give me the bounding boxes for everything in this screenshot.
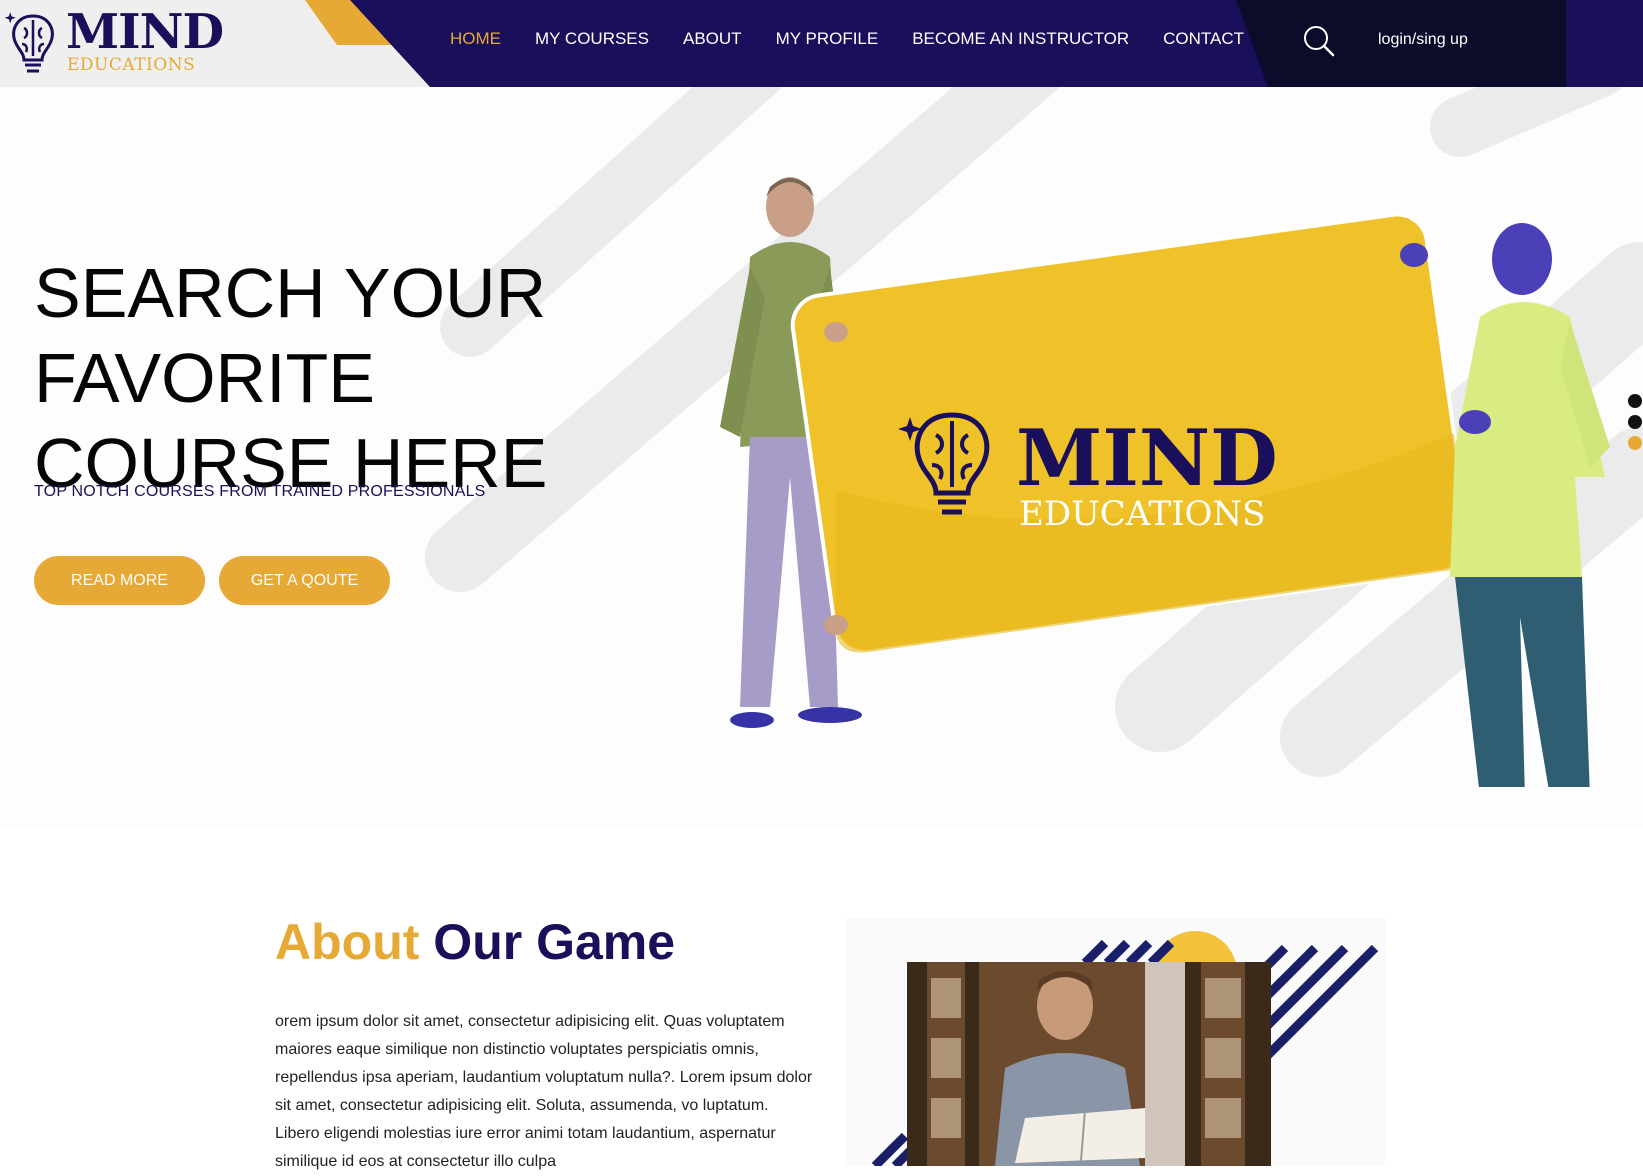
hero-subtitle: TOP NOTCH COURSES FROM TRAINED PROFESSIO… [34, 483, 486, 500]
about-title-rest: Our Game [433, 914, 676, 970]
slider-dot-1[interactable] [1628, 394, 1642, 408]
nav-my-courses[interactable]: MY COURSES [535, 28, 649, 50]
logo-subtitle: EDUCATIONS [67, 55, 196, 75]
about-title-highlight: About [275, 914, 420, 970]
read-more-button[interactable]: READ MORE [34, 556, 205, 605]
slider-dot-3[interactable] [1628, 436, 1642, 450]
sign-title: MIND [1016, 413, 1278, 504]
slider-dots [1628, 394, 1642, 457]
nav-my-profile[interactable]: MY PROFILE [776, 28, 879, 50]
nav-home[interactable]: HOME [450, 28, 501, 50]
slider-dot-2[interactable] [1628, 415, 1642, 429]
brain-bulb-icon [4, 12, 54, 73]
login-signup-link[interactable]: login/sing up [1378, 31, 1468, 49]
about-title: About Our Game [275, 912, 675, 972]
site-logo[interactable]: MIND EDUCATIONS [4, 4, 224, 76]
nav-about[interactable]: ABOUT [683, 28, 742, 50]
man-figure [1450, 223, 1610, 787]
hero-title-line-2: FAVORITE [34, 338, 375, 417]
search-icon[interactable] [1302, 24, 1336, 58]
get-quote-button[interactable]: GET A QOUTE [219, 556, 390, 605]
people-holding-sign-image: MIND EDUCATIONS [720, 177, 1610, 787]
student-library-image [845, 918, 1385, 1166]
sign-subtitle: EDUCATIONS [1019, 494, 1265, 534]
hero-section: SEARCH YOUR FAVORITE COURSE HERE TOP NOT… [0, 87, 1643, 827]
main-nav: HOME MY COURSES ABOUT MY PROFILE BECOME … [450, 28, 1278, 50]
nav-contact[interactable]: CONTACT [1163, 28, 1244, 50]
logo-title: MIND [66, 4, 224, 60]
hero-title-line-1: SEARCH YOUR [34, 253, 547, 332]
about-paragraph: orem ipsum dolor sit amet, consectetur a… [275, 1013, 813, 1170]
hero-title: SEARCH YOUR FAVORITE COURSE HERE [34, 251, 634, 506]
site-header: MIND EDUCATIONS HOME MY COURSES ABOUT MY… [0, 0, 1643, 87]
nav-become-instructor[interactable]: BECOME AN INSTRUCTOR [912, 28, 1129, 50]
